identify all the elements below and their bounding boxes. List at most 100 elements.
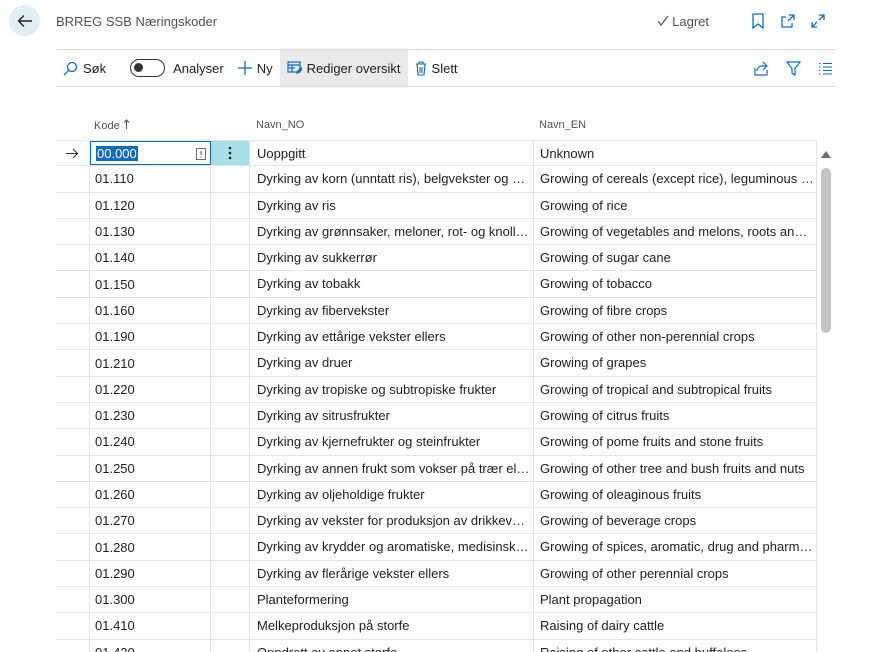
cell-name-no[interactable]: Dyrking av sukkerrør [251, 245, 534, 271]
row-indicator[interactable] [56, 350, 90, 376]
row-menu[interactable] [211, 297, 250, 324]
cell-name-en[interactable]: Plant propagation [534, 587, 817, 613]
cell-name-en[interactable]: Raising of other cattle and buffaloes [534, 639, 817, 652]
cell-name-no[interactable]: Dyrking av korn (unntatt ris), belgvekst… [251, 166, 534, 192]
table-row[interactable]: 01.210 Dyrking av druer Growing of grapes [56, 350, 817, 377]
cell-code[interactable]: 01.140 [90, 245, 211, 271]
table-row[interactable]: 00.000 Uoppgitt Unknown [56, 140, 817, 167]
cell-name-no[interactable]: Dyrking av fibervekster [251, 297, 534, 324]
cell-code[interactable]: 01.250 [90, 455, 211, 481]
cell-code[interactable]: 01.120 [90, 192, 211, 218]
cell-name-no[interactable]: Dyrking av tobakk [251, 271, 534, 297]
row-indicator[interactable] [56, 639, 90, 652]
row-menu[interactable] [211, 560, 250, 587]
cell-name-en[interactable]: Growing of grapes [534, 350, 817, 376]
search-button[interactable]: Søk [56, 50, 113, 86]
cell-name-en[interactable]: Growing of beverage crops [534, 508, 817, 534]
cell-name-no[interactable]: Melkeproduksjon på storfe [251, 613, 534, 639]
cell-name-no[interactable]: Dyrking av tropiske og subtropiske frukt… [251, 376, 534, 402]
row-indicator[interactable] [56, 508, 90, 534]
back-button[interactable] [9, 5, 40, 36]
cell-code[interactable]: 01.290 [90, 560, 211, 587]
row-indicator[interactable] [56, 613, 90, 639]
column-header-name-en[interactable]: Navn_EN [539, 119, 586, 131]
table-row[interactable]: 01.290 Dyrking av flerårige vekster eller… [56, 560, 817, 588]
share-icon[interactable] [750, 57, 772, 79]
row-indicator[interactable] [56, 166, 90, 192]
row-menu[interactable] [211, 639, 250, 652]
cell-code[interactable]: 01.300 [90, 587, 211, 613]
edit-list-button[interactable]: Rediger oversikt [279, 50, 408, 86]
analyze-toggle[interactable]: Analyser [123, 50, 231, 86]
cell-name-no[interactable]: Dyrking av grønnsaker, meloner, rot- og … [251, 218, 534, 245]
cell-code[interactable]: 01.130 [90, 218, 211, 245]
row-indicator[interactable] [56, 324, 90, 350]
cell-code[interactable]: 00.000 [90, 141, 211, 166]
cell-code[interactable]: 01.210 [90, 350, 211, 376]
cell-name-no[interactable]: Dyrking av druer [251, 350, 534, 376]
cell-name-en[interactable]: Growing of other tree and bush fruits an… [534, 455, 817, 481]
cell-name-en[interactable]: Growing of other non-perennial crops [534, 324, 817, 350]
row-indicator[interactable] [56, 218, 90, 245]
cell-code[interactable]: 01.280 [90, 534, 211, 560]
table-row[interactable]: 01.220 Dyrking av tropiske og subtropiske… [56, 376, 817, 403]
row-menu[interactable] [211, 587, 250, 613]
table-row[interactable]: 01.160 Dyrking av fibervekster Growing of … [56, 297, 817, 325]
cell-name-no[interactable]: Oppdrett av annet storfe [251, 639, 534, 652]
row-indicator[interactable] [56, 429, 90, 455]
cell-name-en[interactable]: Growing of oleaginous fruits [534, 481, 817, 508]
table-row[interactable]: 01.140 Dyrking av sukkerrør Growing of sug… [56, 245, 817, 272]
table-row[interactable]: 01.250 Dyrking av annen frukt som vokser … [56, 455, 817, 482]
cell-name-no[interactable]: Dyrking av flerårige vekster ellers [251, 560, 534, 587]
row-menu[interactable] [211, 141, 250, 166]
row-indicator[interactable] [56, 376, 90, 402]
cell-name-en[interactable]: Growing of pome fruits and stone fruits [534, 429, 817, 455]
cell-code[interactable]: 01.270 [90, 508, 211, 534]
toggle-switch[interactable] [130, 59, 166, 77]
table-row[interactable]: 01.300 Planteformering Plant propagation [56, 587, 817, 614]
row-menu[interactable] [211, 376, 250, 402]
filter-icon[interactable] [782, 57, 804, 79]
cell-name-no[interactable]: Dyrking av oljeholdige frukter [251, 481, 534, 508]
cell-code[interactable]: 01.110 [90, 166, 211, 192]
table-row[interactable]: 01.230 Dyrking av sitrusfrukter Growing of… [56, 402, 817, 430]
cell-code[interactable]: 01.230 [90, 402, 211, 429]
cell-name-en[interactable]: Growing of spices, aromatic, drug and ph… [534, 534, 817, 560]
lookup-icon[interactable] [196, 148, 206, 163]
list-view-icon[interactable] [814, 57, 836, 79]
row-indicator[interactable] [56, 271, 90, 297]
column-header-name-no[interactable]: Navn_NO [256, 119, 304, 131]
cell-name-en[interactable]: Growing of cereals (except rice), legumi… [534, 166, 817, 192]
open-new-window-icon[interactable] [777, 10, 799, 32]
scroll-up-icon[interactable] [820, 148, 832, 160]
row-indicator[interactable] [56, 560, 90, 587]
cell-name-en[interactable]: Growing of sugar cane [534, 245, 817, 271]
table-row[interactable]: 01.280 Dyrking av krydder og aromatiske, … [56, 534, 817, 561]
cell-name-no[interactable]: Dyrking av vekster for produksjon av dri… [251, 508, 534, 534]
table-row[interactable]: 01.420 Oppdrett av annet storfeRaising of… [56, 639, 817, 652]
cell-name-en[interactable]: Growing of citrus fruits [534, 402, 817, 429]
row-indicator[interactable] [56, 587, 90, 613]
cell-code[interactable]: 01.260 [90, 481, 211, 508]
row-menu[interactable] [211, 192, 250, 218]
row-menu[interactable] [211, 508, 250, 534]
row-menu[interactable] [211, 218, 250, 245]
bookmark-icon[interactable] [747, 10, 769, 32]
row-indicator[interactable] [56, 534, 90, 560]
cell-code[interactable]: 01.410 [90, 613, 211, 639]
delete-button[interactable]: Slett [408, 50, 465, 86]
row-menu[interactable] [211, 429, 250, 455]
row-indicator[interactable] [56, 141, 90, 166]
row-menu[interactable] [211, 455, 250, 481]
row-menu[interactable] [211, 324, 250, 350]
table-row[interactable]: 01.130 Dyrking av grønnsaker, meloner, ro… [56, 218, 817, 246]
row-menu[interactable] [211, 245, 250, 271]
cell-name-no[interactable]: Dyrking av ris [251, 192, 534, 218]
row-indicator[interactable] [56, 455, 90, 481]
scrollbar-thumb[interactable] [821, 168, 831, 333]
cell-code[interactable]: 01.220 [90, 376, 211, 402]
expand-icon[interactable] [807, 10, 829, 32]
cell-name-no[interactable]: Dyrking av krydder og aromatiske, medisi… [251, 534, 534, 560]
row-menu[interactable] [211, 481, 250, 508]
cell-name-no[interactable]: Dyrking av ettårige vekster ellers [251, 324, 534, 350]
